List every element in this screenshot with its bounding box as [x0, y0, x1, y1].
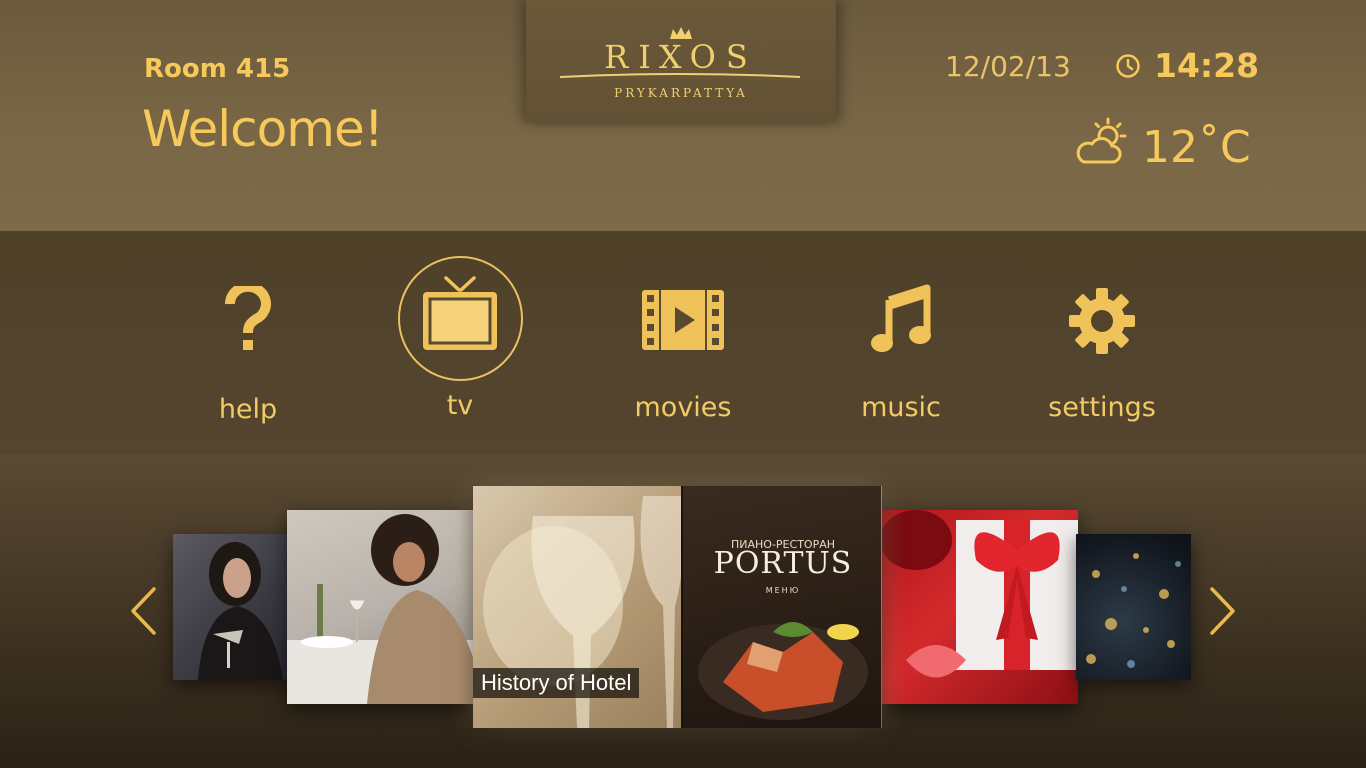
logo-location: PRYKARPATTYA: [614, 86, 748, 100]
city-lights-image: [1086, 553, 1181, 668]
featured-card-label: History of Hotel: [473, 668, 640, 698]
carousel-card-cocktail[interactable]: [173, 534, 293, 680]
restaurant-menu-card: ПИАНО-РЕСТОРАН PORTUS МЕНЮ: [681, 486, 881, 728]
carousel-card-gift[interactable]: [876, 510, 1078, 704]
film-play-icon: [642, 290, 724, 350]
header: Room 415 Welcome! RIXOS PRYKARPATTYA 12/…: [0, 0, 1366, 231]
menu-card-title: PORTUS: [713, 546, 853, 581]
woman-cocktail-image: [198, 542, 283, 680]
logo-swoosh: [560, 73, 800, 78]
menu-label-music: music: [861, 392, 941, 423]
date-display: 12/02/13: [945, 50, 1071, 83]
carousel-card-dinner[interactable]: [287, 510, 477, 704]
carousel-card-night[interactable]: [1076, 534, 1191, 680]
menu-label-movies: movies: [634, 392, 732, 423]
partly-cloudy-icon: [1076, 117, 1127, 164]
menu-item-tv[interactable]: tv: [370, 276, 550, 421]
question-icon: [224, 286, 271, 350]
dish-image: [698, 622, 868, 720]
menu-item-help[interactable]: help: [158, 286, 338, 425]
menu-card-caption: МЕНЮ: [765, 586, 801, 595]
carousel-card-featured[interactable]: ПИАНО-РЕСТОРАН PORTUS МЕНЮ History of Ho…: [473, 486, 882, 728]
chevron-right-icon[interactable]: [1208, 586, 1238, 636]
menu-label-settings: settings: [1048, 392, 1156, 423]
woman-dinner-image: [287, 514, 477, 704]
gift-roses-image: [880, 510, 1078, 678]
time-display: 14:28: [1154, 46, 1260, 85]
menu-item-music[interactable]: music: [811, 282, 991, 423]
logo-wordmark: RIXOS: [604, 38, 758, 76]
temperature-display: 12˚C: [1142, 122, 1251, 173]
music-note-icon: [871, 284, 931, 352]
gear-icon: [1069, 288, 1135, 354]
menu-label-tv: tv: [446, 390, 474, 421]
tv-icon: [423, 276, 497, 350]
hotel-logo: RIXOS PRYKARPATTYA: [526, 0, 836, 122]
menu-item-movies[interactable]: movies: [593, 290, 773, 423]
menu-label-help: help: [218, 394, 278, 425]
clock-icon: [1116, 54, 1140, 78]
menu-item-settings[interactable]: settings: [1012, 288, 1192, 423]
welcome-title: Welcome!: [142, 100, 384, 158]
room-number: Room 415: [144, 54, 291, 84]
chevron-left-icon[interactable]: [128, 586, 158, 636]
